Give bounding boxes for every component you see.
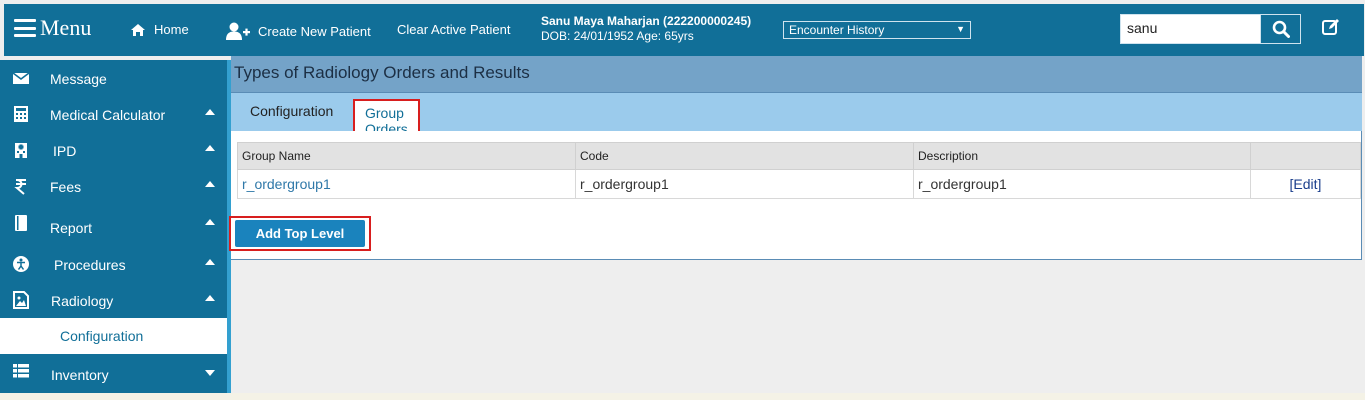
list-icon: [13, 364, 29, 378]
table-header-row: Group Name Code Description: [237, 142, 1361, 170]
menu-label: Menu: [40, 15, 92, 40]
sidebar: Message Medical Calculator IPD Fees Repo…: [0, 60, 227, 393]
sidebar-item-label: Procedures: [54, 257, 126, 273]
group-name-link[interactable]: r_ordergroup1: [237, 169, 576, 199]
code-cell: r_ordergroup1: [575, 169, 914, 199]
image-file-icon: [13, 291, 29, 309]
patient-dob-age: DOB: 24/01/1952 Age: 65yrs: [541, 29, 694, 43]
group-orders-content: Group Name Code Description r_ordergroup…: [231, 131, 1362, 260]
tab-bar: Configuration Group Orders: [231, 93, 1362, 143]
chevron-down-icon: ▼: [956, 24, 965, 34]
sidebar-item-report[interactable]: Report: [0, 208, 227, 244]
chevron-down-icon: [205, 370, 215, 376]
create-patient-link[interactable]: Create New Patient: [226, 22, 371, 40]
add-top-level-button[interactable]: Add Top Level: [235, 220, 365, 247]
active-patient-info: Sanu Maya Maharjan (222200000245) DOB: 2…: [541, 14, 751, 44]
edit-note-button[interactable]: [1321, 17, 1341, 40]
sidebar-subitem-label: Configuration: [60, 328, 144, 344]
hospital-icon: [15, 143, 27, 158]
encounter-history-select[interactable]: Encounter History ▼: [783, 21, 971, 39]
home-icon: [131, 23, 145, 36]
search-button[interactable]: [1260, 14, 1301, 44]
chevron-up-icon: [205, 109, 215, 115]
edit-link[interactable]: [Edit]: [1250, 169, 1361, 199]
sidebar-item-label: Report: [50, 220, 93, 236]
chevron-up-icon: [205, 145, 215, 151]
page-title: Types of Radiology Orders and Results: [234, 63, 530, 82]
encounter-select-value: Encounter History: [789, 23, 885, 37]
sidebar-item-label: Radiology: [51, 293, 114, 309]
column-header-code: Code: [575, 142, 914, 170]
column-header-group-name: Group Name: [237, 142, 576, 170]
chevron-up-icon: [205, 259, 215, 265]
search-input-value: sanu: [1127, 20, 1158, 36]
column-header-description: Description: [913, 142, 1251, 170]
clear-patient-label: Clear Active Patient: [397, 22, 511, 37]
sidebar-item-message[interactable]: Message: [0, 60, 227, 96]
sidebar-item-medical-calculator[interactable]: Medical Calculator: [0, 96, 227, 132]
add-top-level-highlight: Add Top Level: [229, 216, 371, 251]
edit-icon: [1322, 19, 1339, 35]
app-frame: Menu Home Create New Patient Clear Activ…: [0, 0, 1365, 393]
sidebar-item-fees[interactable]: Fees: [0, 168, 227, 204]
sidebar-item-inventory[interactable]: Inventory: [0, 355, 227, 391]
table-row: r_ordergroup1 r_ordergroup1 r_ordergroup…: [237, 169, 1361, 199]
home-label: Home: [154, 22, 189, 37]
description-cell: r_ordergroup1: [913, 169, 1251, 199]
column-header-actions: [1250, 142, 1361, 170]
hamburger-icon: [14, 19, 36, 37]
envelope-icon: [12, 72, 30, 84]
chevron-up-icon: [205, 295, 215, 301]
search-icon: [1272, 20, 1290, 38]
sidebar-item-radiology[interactable]: Radiology: [0, 282, 227, 318]
patient-name: Sanu Maya Maharjan (222200000245): [541, 14, 752, 28]
panel-header: Types of Radiology Orders and Results: [231, 56, 1362, 93]
sidebar-item-label: Inventory: [51, 367, 109, 383]
book-icon: [15, 215, 27, 231]
sidebar-item-procedures[interactable]: Procedures: [0, 246, 227, 282]
tab-configuration[interactable]: Configuration: [250, 103, 333, 119]
accessibility-icon: [13, 256, 29, 272]
create-patient-label: Create New Patient: [258, 23, 371, 39]
sidebar-item-ipd[interactable]: IPD: [0, 132, 227, 168]
top-navbar: Menu Home Create New Patient Clear Activ…: [4, 4, 1364, 56]
patient-search-input[interactable]: sanu: [1120, 14, 1260, 44]
group-orders-table: Group Name Code Description r_ordergroup…: [237, 142, 1361, 199]
sidebar-item-label: Medical Calculator: [50, 107, 166, 123]
home-link[interactable]: Home: [130, 22, 189, 37]
calculator-icon: [14, 106, 28, 122]
chevron-up-icon: [205, 181, 215, 187]
sidebar-item-label: IPD: [53, 143, 77, 159]
menu-button[interactable]: Menu: [14, 16, 91, 40]
sidebar-item-label: Message: [50, 71, 107, 87]
rupee-icon: [14, 179, 26, 195]
sidebar-subitem-configuration[interactable]: Configuration: [0, 318, 227, 354]
chevron-up-icon: [205, 219, 215, 225]
add-user-icon: [226, 22, 250, 40]
sidebar-item-label: Fees: [50, 179, 82, 195]
clear-patient-link[interactable]: Clear Active Patient: [397, 22, 510, 37]
